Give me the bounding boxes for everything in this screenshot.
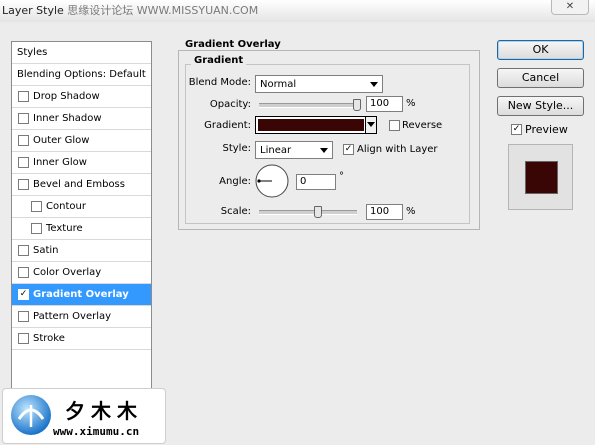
style-item-label: Outer Glow	[33, 135, 90, 146]
watermark-text: 思缘设计论坛 WWW.MISSYUAN.COM	[67, 4, 259, 17]
style-item-gradient-overlay[interactable]: ✓ Gradient Overlay	[12, 284, 151, 306]
scale-slider-thumb[interactable]	[313, 206, 322, 218]
angle-input[interactable]: 0	[296, 174, 336, 190]
blending-options-item[interactable]: Blending Options: Default	[12, 64, 151, 86]
logo-emblem-icon	[11, 395, 51, 435]
angle-unit: °	[339, 171, 344, 182]
gradient-label: Gradient:	[204, 120, 251, 131]
styles-list: Styles Blending Options: Default Drop Sh…	[11, 41, 152, 432]
align-with-layer-checkbox[interactable]: ✓	[343, 144, 354, 155]
opacity-label: Opacity:	[209, 99, 251, 110]
logo-url: www.ximumu.cn	[53, 425, 140, 438]
preview-box	[508, 144, 573, 210]
logo-name: 夕木木	[65, 399, 143, 423]
style-item-bevel-and-emboss[interactable]: Bevel and Emboss	[12, 174, 151, 196]
group-title: Gradient	[191, 55, 247, 66]
style-item-label: Stroke	[33, 333, 65, 344]
style-item-label: Drop Shadow	[33, 91, 100, 102]
style-item-satin[interactable]: Satin	[12, 240, 151, 262]
style-checkbox[interactable]	[18, 179, 29, 190]
scale-label: Scale:	[220, 206, 251, 217]
style-item-label: Inner Shadow	[33, 113, 102, 124]
blend-mode-select[interactable]: Normal	[255, 75, 383, 93]
style-item-texture[interactable]: Texture	[12, 218, 151, 240]
chevron-down-icon	[320, 148, 328, 153]
angle-label: Angle:	[219, 176, 251, 187]
section-title: Gradient Overlay	[182, 39, 284, 50]
style-item-inner-shadow[interactable]: Inner Shadow	[12, 108, 151, 130]
angle-dial[interactable]	[255, 164, 289, 198]
cancel-button[interactable]: Cancel	[497, 68, 584, 88]
style-item-label: Texture	[46, 223, 83, 234]
blend-mode-value: Normal	[260, 79, 297, 90]
title-bar: Layer Style 思缘设计论坛 WWW.MISSYUAN.COM ✕	[0, 0, 595, 22]
angle-dial-icon	[255, 164, 289, 198]
style-checkbox[interactable]	[18, 157, 29, 168]
preview-swatch	[525, 161, 558, 194]
style-value: Linear	[260, 145, 292, 156]
gradient-swatch	[258, 119, 364, 131]
ok-button[interactable]: OK	[497, 40, 584, 60]
scale-slider-track[interactable]	[259, 210, 357, 215]
reverse-label: Reverse	[402, 120, 443, 131]
close-button[interactable]: ✕	[551, 0, 589, 15]
style-item-label: Contour	[46, 201, 86, 212]
style-checkbox[interactable]: ✓	[18, 289, 29, 300]
style-checkbox[interactable]	[31, 201, 42, 212]
styles-list-header[interactable]: Styles	[12, 42, 151, 64]
chevron-down-icon	[367, 122, 375, 127]
opacity-unit: %	[406, 98, 416, 109]
blend-mode-label: Blend Mode:	[188, 77, 251, 88]
opacity-slider-thumb[interactable]	[353, 99, 361, 111]
preview-label: Preview	[525, 123, 568, 136]
style-checkbox[interactable]	[18, 91, 29, 102]
gradient-dropdown-button[interactable]	[365, 117, 376, 133]
window-title-text: Layer Style	[2, 4, 64, 17]
style-item-label: Pattern Overlay	[33, 311, 112, 322]
style-item-label: Gradient Overlay	[33, 289, 129, 300]
opacity-input[interactable]: 100	[366, 96, 403, 112]
style-checkbox[interactable]	[18, 311, 29, 322]
style-item-label: Color Overlay	[33, 267, 102, 278]
style-item-contour[interactable]: Contour	[12, 196, 151, 218]
style-item-outer-glow[interactable]: Outer Glow	[12, 130, 151, 152]
reverse-checkbox[interactable]	[389, 120, 400, 131]
style-item-inner-glow[interactable]: Inner Glow	[12, 152, 151, 174]
style-item-drop-shadow[interactable]: Drop Shadow	[12, 86, 151, 108]
blending-options-label: Blending Options: Default	[17, 69, 146, 80]
style-checkbox[interactable]	[18, 245, 29, 256]
gradient-picker[interactable]	[255, 116, 377, 134]
style-item-label: Satin	[33, 245, 59, 256]
scale-input[interactable]: 100	[366, 204, 403, 220]
align-with-layer-label: Align with Layer	[357, 144, 438, 155]
opacity-slider-track[interactable]	[259, 103, 357, 108]
style-checkbox[interactable]	[18, 267, 29, 278]
style-checkbox[interactable]	[18, 113, 29, 124]
new-style-button[interactable]: New Style...	[497, 96, 584, 116]
style-item-color-overlay[interactable]: Color Overlay	[12, 262, 151, 284]
style-item-stroke[interactable]: Stroke	[12, 328, 151, 350]
window-title: Layer Style 思缘设计论坛 WWW.MISSYUAN.COM	[2, 2, 258, 18]
styles-header-label: Styles	[17, 47, 48, 58]
preview-checkbox[interactable]: ✓	[511, 124, 522, 135]
site-logo: 夕木木 www.ximumu.cn	[2, 388, 166, 444]
style-checkbox[interactable]	[18, 333, 29, 344]
scale-unit: %	[406, 206, 416, 217]
style-checkbox[interactable]	[31, 223, 42, 234]
style-item-label: Inner Glow	[33, 157, 87, 168]
style-select[interactable]: Linear	[255, 141, 333, 159]
style-item-label: Bevel and Emboss	[33, 179, 125, 190]
chevron-down-icon	[370, 82, 378, 87]
style-item-pattern-overlay[interactable]: Pattern Overlay	[12, 306, 151, 328]
style-label: Style:	[222, 143, 252, 154]
style-checkbox[interactable]	[18, 135, 29, 146]
